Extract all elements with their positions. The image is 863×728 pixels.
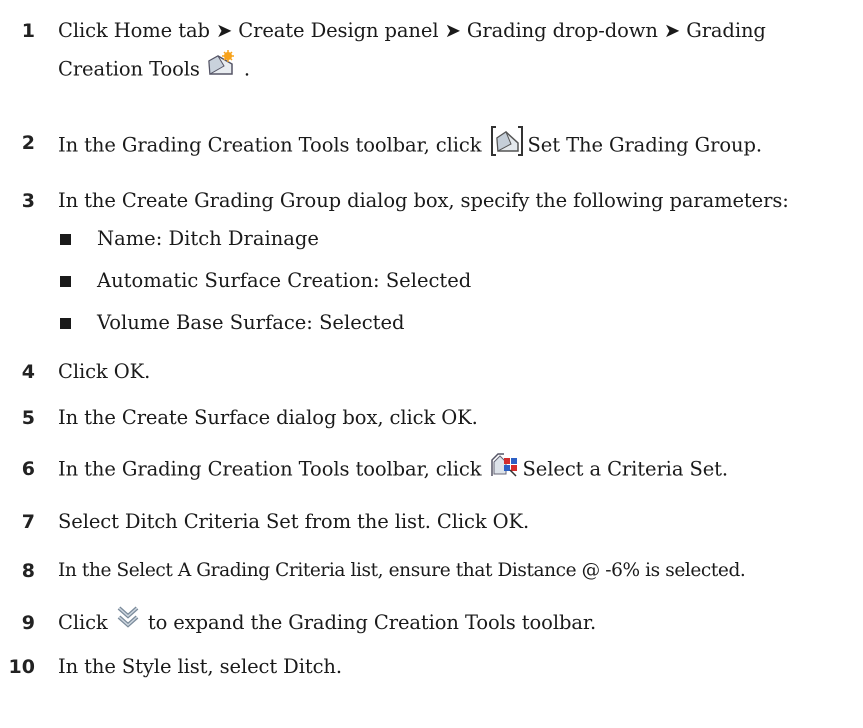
step-number: 4: [21, 361, 35, 383]
step-text-continued: Creation Tools .: [58, 50, 250, 84]
step-number: 9: [21, 612, 35, 634]
bullet-square: [60, 318, 71, 329]
step-number: 8: [21, 560, 35, 582]
select-criteria-set-icon: [490, 450, 520, 478]
bullet-square: [60, 276, 71, 287]
set-grading-group-icon: [490, 125, 524, 157]
grading-creation-tools-icon: [206, 50, 236, 78]
bullet-square: [60, 234, 71, 245]
step-text: In the Grading Creation Tools toolbar, c…: [58, 126, 762, 162]
step-text: In the Create Grading Group dialog box, …: [58, 189, 789, 212]
step-text: In the Create Surface dialog box, click …: [58, 406, 478, 429]
step-number: 6: [21, 458, 35, 480]
step-text: In the Select A Grading Criteria list, e…: [58, 560, 746, 581]
step-text: In the Style list, select Ditch.: [58, 655, 342, 678]
step-number: 5: [21, 407, 35, 429]
step-number: 1: [21, 20, 35, 42]
step-text: Select Ditch Criteria Set from the list.…: [58, 510, 530, 533]
step-text: Click Home tab ➤ Create Design panel ➤ G…: [58, 19, 766, 42]
step-number: 10: [8, 656, 35, 678]
step-text: Click OK.: [58, 360, 151, 383]
step-number: 3: [21, 190, 35, 212]
step-number: 7: [21, 511, 35, 533]
step-text: In the Grading Creation Tools toolbar, c…: [58, 453, 728, 484]
step-text: Click to expand the Grading Creation Too…: [58, 606, 596, 637]
expand-toolbar-chevron-icon: [116, 604, 140, 630]
step-number: 2: [21, 132, 35, 154]
